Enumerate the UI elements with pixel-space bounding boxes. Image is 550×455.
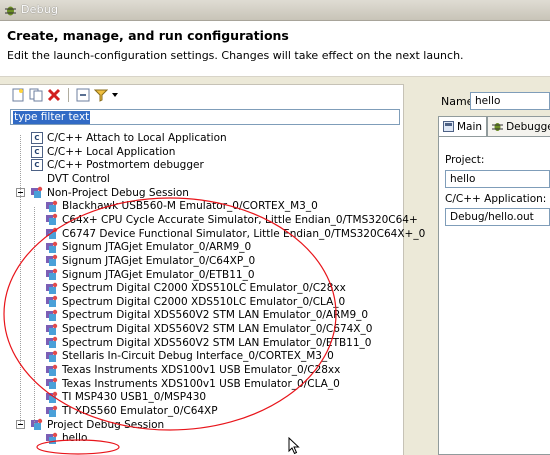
project-label: Project:: [445, 154, 485, 166]
annotation-circle-non-project: [3, 197, 337, 431]
mouse-pointer-icon: [288, 437, 300, 455]
annotation-circle-hello: [36, 439, 120, 455]
tab-debugger-label: Debugger: [506, 120, 550, 133]
tab-main-label: Main: [457, 120, 483, 133]
tab-main[interactable]: Main: [438, 116, 488, 136]
name-field[interactable]: hello: [470, 92, 550, 110]
main-tab-icon: [443, 121, 454, 132]
tab-debugger[interactable]: Debugger: [487, 116, 550, 136]
application-label: C/C++ Application:: [445, 193, 547, 205]
application-field[interactable]: Debug/hello.out: [445, 208, 550, 226]
bug-icon: [492, 123, 504, 131]
project-field[interactable]: hello: [445, 170, 550, 188]
detail-tabs: Main Debugger: [438, 116, 550, 136]
